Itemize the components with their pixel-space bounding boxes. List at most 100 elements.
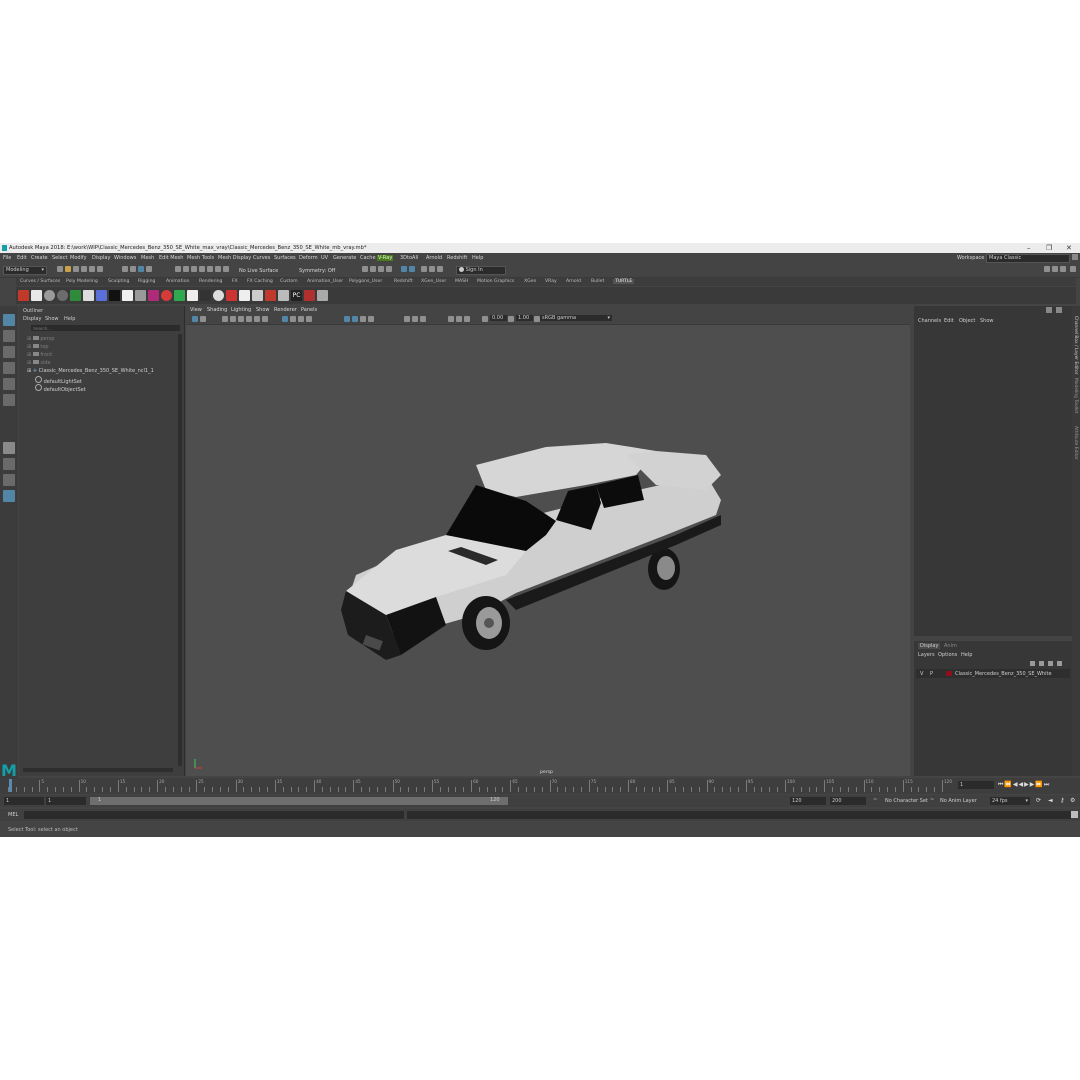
shelf-tab-vray[interactable]: VRay [545, 279, 557, 284]
menu-mesh-tools[interactable]: Mesh Tools [187, 255, 214, 261]
toggle-panel-icon[interactable] [437, 266, 443, 272]
menu-generate[interactable]: Generate [333, 255, 356, 261]
shelf-tab-motion-graphics[interactable]: Motion Graphics [477, 279, 514, 284]
texture-icon[interactable] [344, 316, 350, 322]
hypershade-icon[interactable] [386, 266, 392, 272]
undo-icon[interactable] [89, 266, 95, 272]
step-forward-key-icon[interactable]: ⏩ [1035, 781, 1043, 788]
green-leaf-icon[interactable] [174, 290, 185, 301]
menu-create[interactable]: Create [31, 255, 48, 261]
eye-icon[interactable] [239, 290, 250, 301]
menu-set-dropdown[interactable]: Modeling ▾ [3, 266, 47, 275]
lasso-tool-icon[interactable] [3, 330, 15, 342]
shelf-tab-animation[interactable]: Animation [166, 279, 189, 284]
menu-3dtoall[interactable]: 3DtoAll [400, 255, 418, 261]
attribute-editor-icon[interactable] [1052, 266, 1058, 272]
menu-edit-mesh[interactable]: Edit Mesh [159, 255, 183, 261]
select-object-icon[interactable] [130, 266, 136, 272]
move-layer-down-icon[interactable] [1039, 661, 1044, 666]
channel-pin-icon[interactable] [1046, 307, 1052, 313]
outliner-menu-help[interactable]: Help [64, 316, 75, 322]
menu-curves[interactable]: Curves [253, 255, 270, 261]
layer-menu-options[interactable]: Options [938, 652, 957, 658]
shelf-tab-xgen[interactable]: XGen [524, 279, 536, 284]
preferences-icon[interactable]: ⚙ [1070, 797, 1075, 804]
snap-edge-icon[interactable] [215, 266, 221, 272]
shelf-tab-fx-caching[interactable]: FX Caching [247, 279, 273, 284]
vp-menu-view[interactable]: View [190, 307, 202, 313]
live-surface-label[interactable]: No Live Surface [239, 268, 278, 274]
layer-visibility-toggle[interactable]: V [920, 671, 923, 677]
shelf-tab-xgen-user[interactable]: XGen_User [421, 279, 446, 284]
isolate-select-icon[interactable] [420, 316, 426, 322]
shadows-icon[interactable] [360, 316, 366, 322]
vp-menu-renderer[interactable]: Renderer [274, 307, 297, 313]
view-transform-dropdown[interactable]: sRGB gamma ▾ [540, 315, 612, 321]
layer-menu-help[interactable]: Help [961, 652, 972, 658]
minimize-button[interactable]: – [1027, 244, 1031, 252]
side-tab-modeling-toolkit[interactable]: Modeling Toolkit [1073, 378, 1078, 413]
dark-cube-icon[interactable] [200, 290, 211, 301]
antialias-icon[interactable] [456, 316, 462, 322]
new-scene-icon[interactable] [57, 266, 63, 272]
menu-arnold[interactable]: Arnold [426, 255, 442, 261]
redo-icon[interactable] [97, 266, 103, 272]
outliner-scrollbar[interactable] [178, 334, 182, 766]
shelf-tab-redshift[interactable]: Redshift [394, 279, 413, 284]
xray-icon[interactable] [404, 316, 410, 322]
red-ball-icon[interactable] [161, 290, 172, 301]
snap-curve-icon[interactable] [175, 266, 181, 272]
turtle-render-icon[interactable] [31, 290, 42, 301]
script-language-label[interactable]: MEL [8, 812, 18, 818]
shelf-tab-mash[interactable]: MASH [455, 279, 468, 284]
snap-view-icon[interactable] [191, 266, 197, 272]
material-icon[interactable] [148, 290, 159, 301]
channel-menu-show[interactable]: Show [980, 318, 994, 324]
menu-cache[interactable]: Cache [360, 255, 376, 261]
symmetry-label[interactable]: Symmetry: Off [299, 268, 335, 274]
bounding-box-icon[interactable] [306, 316, 312, 322]
script-editor-icon[interactable] [1071, 811, 1078, 818]
camera-attr-icon[interactable] [200, 316, 206, 322]
open-scene-icon[interactable] [65, 266, 71, 272]
workspace-dropdown[interactable]: Maya Classic [986, 254, 1070, 263]
scale-tool-icon[interactable] [3, 394, 15, 406]
menu-file[interactable]: File [3, 255, 11, 261]
snap-vertex-icon[interactable] [207, 266, 213, 272]
fps-dropdown[interactable]: 24 fps ▾ [990, 797, 1030, 805]
viewport-3d-scene[interactable]: persp [186, 325, 910, 776]
menu-deform[interactable]: Deform [299, 255, 318, 261]
layer-tab-display[interactable]: Display [918, 643, 941, 649]
depth-of-field-icon[interactable] [464, 316, 470, 322]
channel-settings-icon[interactable] [1056, 307, 1062, 313]
command-input[interactable] [24, 811, 404, 819]
move-tool-icon[interactable] [3, 362, 15, 374]
save-as-icon[interactable] [81, 266, 87, 272]
audio-icon[interactable]: ◄ [1048, 797, 1053, 804]
surface-icon[interactable] [70, 290, 81, 301]
menu-windows[interactable]: Windows [114, 255, 136, 261]
end-time-field[interactable]: 200 [830, 797, 866, 805]
gamma-icon[interactable] [508, 316, 514, 322]
select-hierarchy-icon[interactable] [122, 266, 128, 272]
layer-tab-anim[interactable]: Anim [944, 643, 957, 649]
playback-end-field[interactable]: 120 [790, 797, 826, 805]
vp-menu-lighting[interactable]: Lighting [231, 307, 251, 313]
outliner-menu-display[interactable]: Display [23, 316, 41, 322]
vp-menu-show[interactable]: Show [256, 307, 270, 313]
vp-menu-shading[interactable]: Shading [207, 307, 227, 313]
side-tab-channel-box[interactable]: Channel Box / Layer Editor [1073, 316, 1078, 374]
character-set-label[interactable]: No Character Set [885, 798, 928, 804]
channel-menu-object[interactable]: Object [959, 318, 975, 324]
shelf-tab-custom[interactable]: Custom [280, 279, 298, 284]
go-to-end-icon[interactable]: ⏭ [1044, 781, 1050, 788]
shader-icon[interactable] [135, 290, 146, 301]
resolution-gate-icon[interactable] [254, 316, 260, 322]
start-time-field[interactable]: 1 [4, 797, 44, 805]
time-slider[interactable]: 5 10 15 20 25 30 35 40 45 50 55 60 65 70 75 80 85 90 95 100… [0, 778, 1080, 794]
save-scene-icon[interactable] [73, 266, 79, 272]
lightbulb-icon[interactable] [83, 290, 94, 301]
flat-shade-icon[interactable] [298, 316, 304, 322]
new-layer-icon[interactable] [1048, 661, 1053, 666]
single-view-icon[interactable] [3, 442, 15, 454]
